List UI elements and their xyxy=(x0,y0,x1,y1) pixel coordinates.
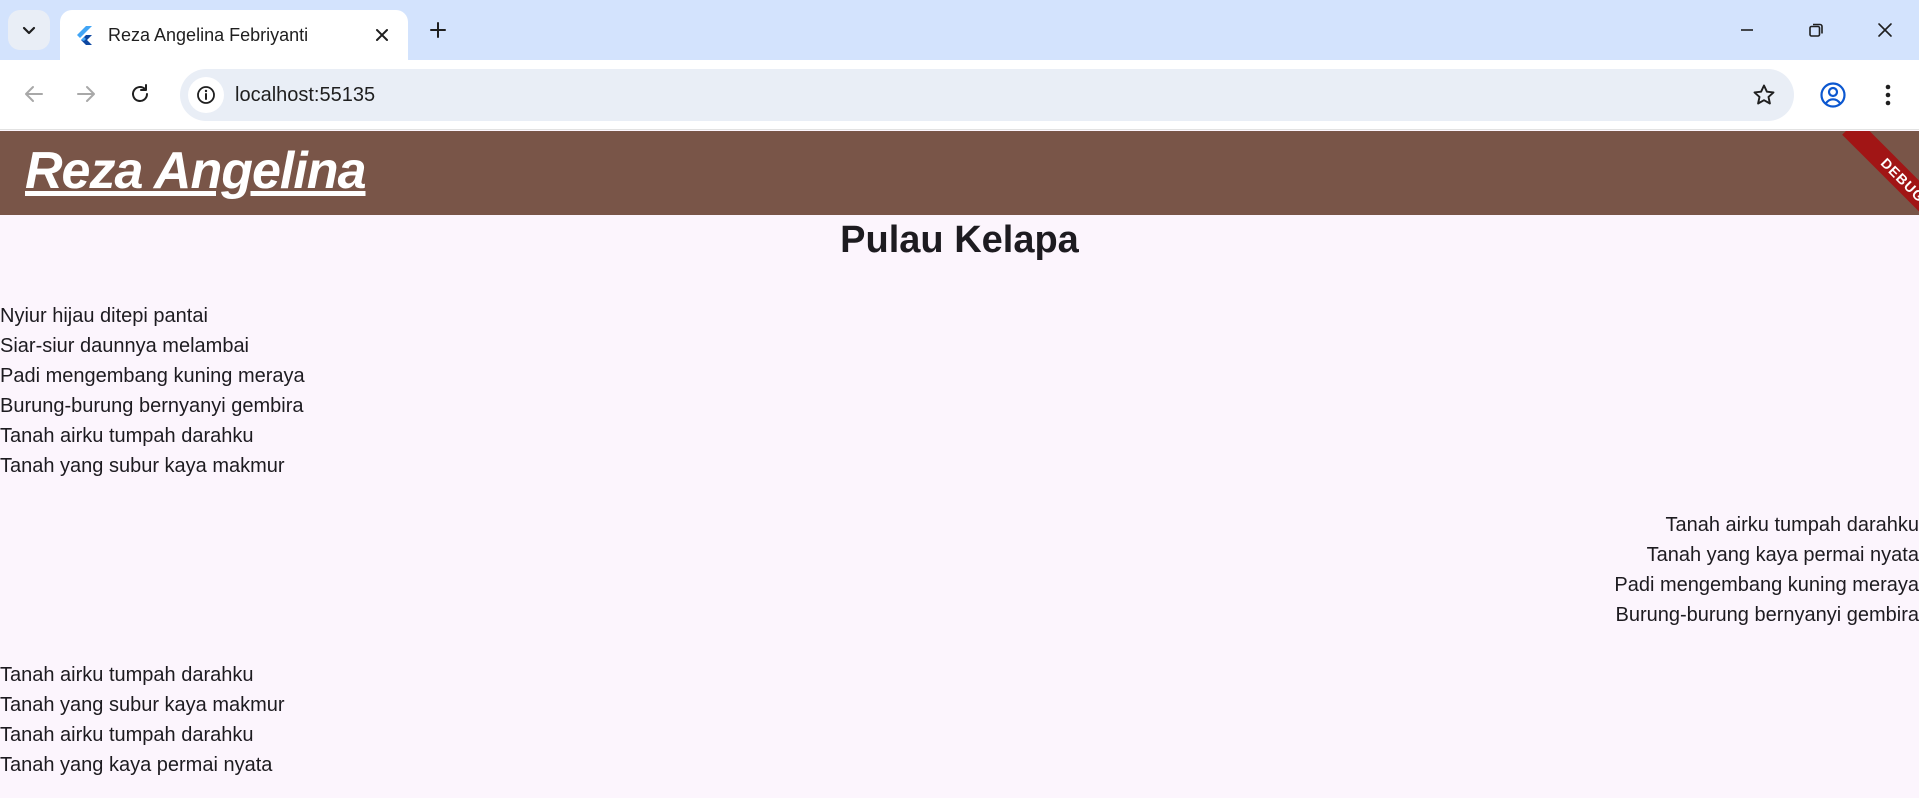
restore-icon xyxy=(1809,23,1823,37)
browser-tab[interactable]: Reza Angelina Febriyanti xyxy=(60,10,408,60)
poem-line: Tanah yang kaya permai nyata xyxy=(1646,544,1919,566)
address-bar[interactable]: localhost:55135 xyxy=(180,69,1794,121)
browser-toolbar: localhost:55135 xyxy=(0,60,1919,130)
poem-line: Nyiur hijau ditepi pantai xyxy=(0,305,208,327)
poem-line: Tanah airku tumpah darahku xyxy=(0,724,254,746)
more-vertical-icon xyxy=(1885,84,1891,106)
poem-line: Burung-burung bernyanyi gembira xyxy=(1615,604,1919,626)
close-icon xyxy=(1878,23,1892,37)
close-window-button[interactable] xyxy=(1862,10,1908,50)
forward-button[interactable] xyxy=(68,76,104,112)
poem-line: Siar-siur daunnya melambai xyxy=(0,335,250,357)
star-icon xyxy=(1753,84,1775,105)
poem-line: Padi mengembang kuning meraya xyxy=(1614,574,1919,596)
flutter-icon xyxy=(77,26,92,45)
browser-menu-button[interactable] xyxy=(1870,76,1906,114)
poem-line: Padi mengembang kuning meraya xyxy=(0,365,305,387)
poem-content: Pulau Kelapa Nyiur hijau ditepi pantai S… xyxy=(0,215,1919,798)
info-icon xyxy=(197,86,215,104)
debug-banner: DEBUG xyxy=(1842,131,1919,215)
site-info-button[interactable] xyxy=(188,77,224,113)
minimize-icon xyxy=(1741,29,1753,31)
reload-icon xyxy=(132,84,148,102)
tab-title: Reza Angelina Febriyanti xyxy=(108,24,309,45)
poem-title: Pulau Kelapa xyxy=(840,219,1079,261)
reload-button[interactable] xyxy=(122,76,158,112)
app-title: Reza Angelina xyxy=(25,142,366,200)
tab-search-button[interactable] xyxy=(8,10,50,50)
stanza-2: Tanah airku tumpah darahku Tanah yang ka… xyxy=(1614,510,1919,630)
new-tab-button[interactable] xyxy=(422,14,454,46)
poem-line: Tanah airku tumpah darahku xyxy=(0,425,254,447)
account-icon xyxy=(1820,82,1846,108)
profile-button[interactable] xyxy=(1814,76,1852,114)
poem-line: Tanah yang subur kaya makmur xyxy=(0,694,285,716)
poem-line: Tanah airku tumpah darahku xyxy=(1665,514,1919,536)
tab-close-button[interactable] xyxy=(370,23,394,47)
url-text: localhost:55135 xyxy=(235,84,376,106)
minimize-button[interactable] xyxy=(1724,10,1770,50)
poem-line: Tanah airku tumpah darahku xyxy=(0,664,254,686)
browser-tabstrip: Reza Angelina Febriyanti xyxy=(0,0,1919,60)
arrow-right-icon xyxy=(77,86,95,102)
plus-icon xyxy=(430,22,446,38)
poem-line: Burung-burung bernyanyi gembira xyxy=(0,395,304,417)
poem-line: Tanah yang subur kaya makmur xyxy=(0,455,285,477)
bookmark-button[interactable] xyxy=(1750,81,1778,109)
stanza-1: Nyiur hijau ditepi pantai Siar-siur daun… xyxy=(0,301,305,481)
stanza-3: Tanah airku tumpah darahku Tanah yang su… xyxy=(0,660,285,780)
close-icon xyxy=(376,29,388,41)
back-button[interactable] xyxy=(16,76,52,112)
arrow-left-icon xyxy=(25,86,43,102)
chevron-down-icon xyxy=(22,26,36,35)
app-bar: Reza Angelina DEBUG xyxy=(0,131,1919,215)
poem-line: Tanah yang kaya permai nyata xyxy=(0,754,273,776)
restore-button[interactable] xyxy=(1793,10,1839,50)
